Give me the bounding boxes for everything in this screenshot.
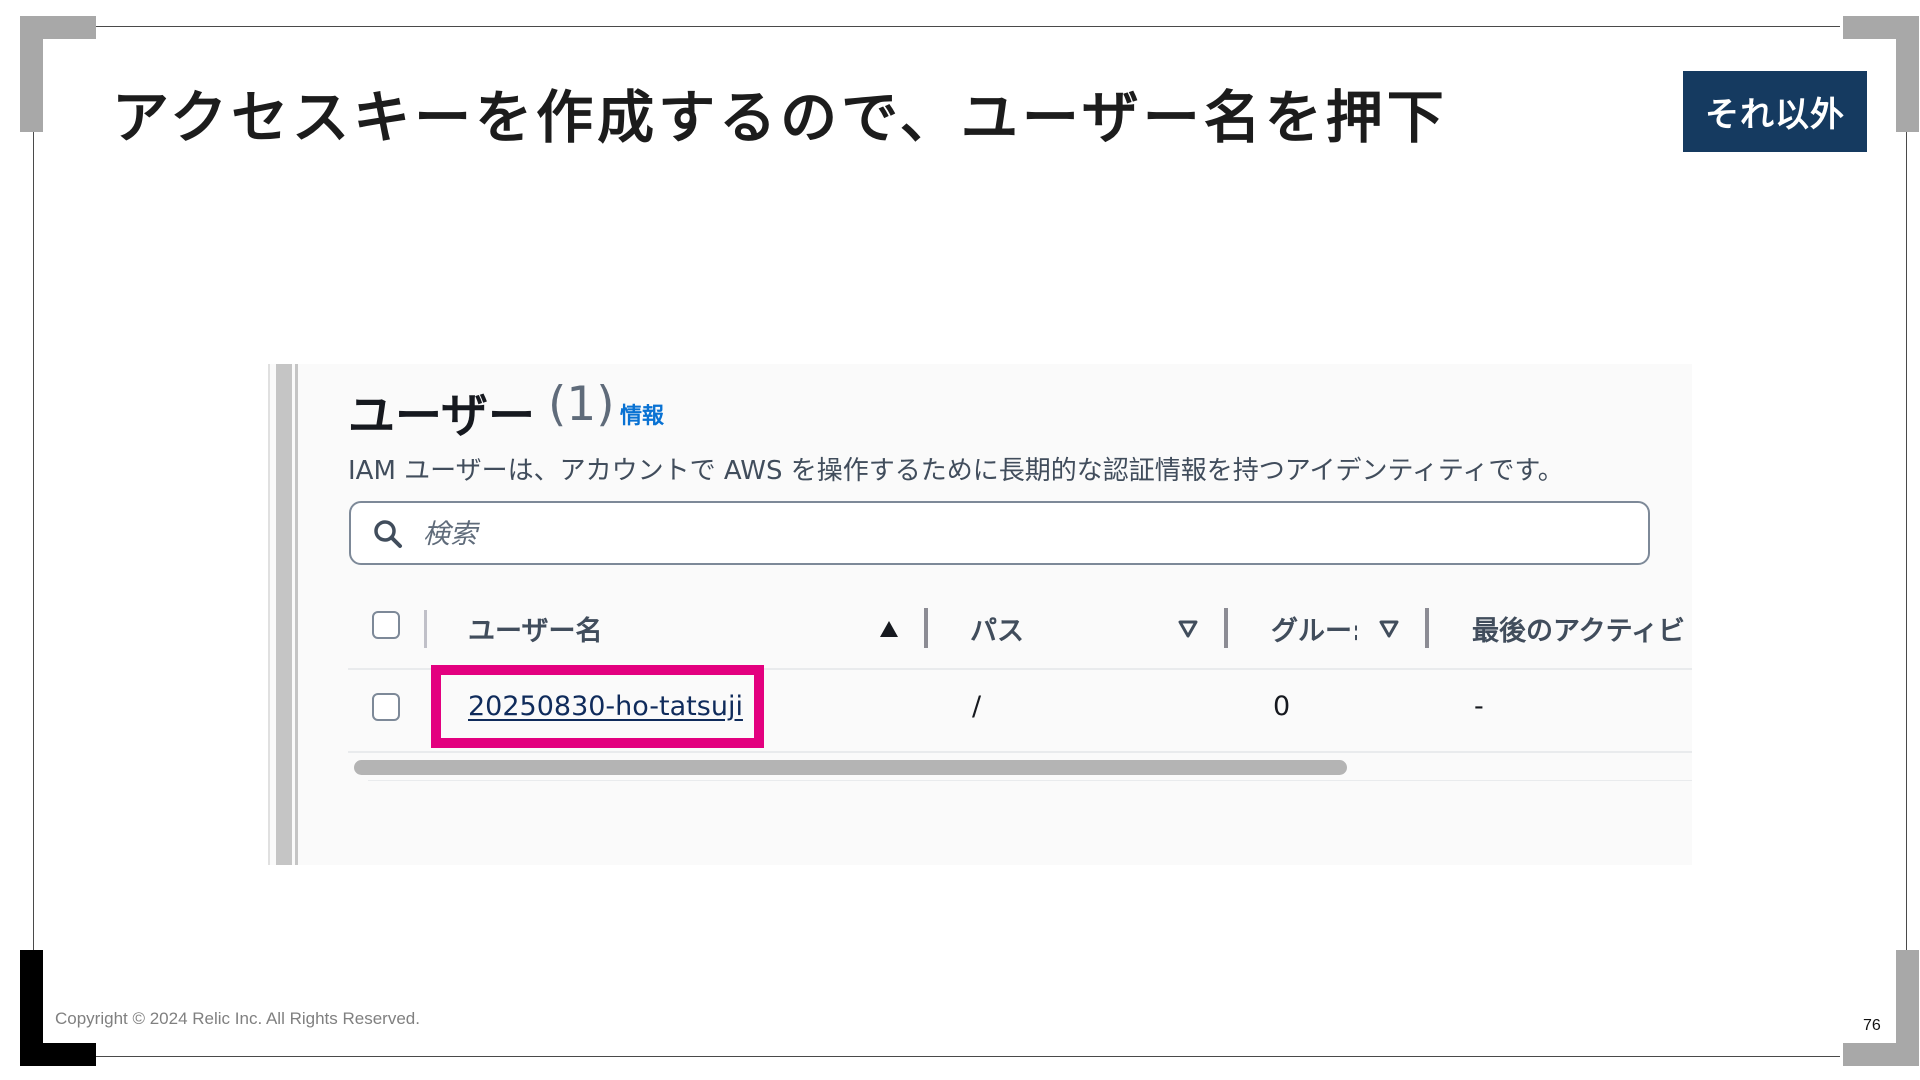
corner-bottom-right [1843, 950, 1919, 1066]
column-header-last-activity[interactable]: 最後のアクティビ [1472, 609, 1685, 648]
sort-descending-icon[interactable] [1379, 620, 1399, 638]
info-link[interactable]: 情報 [620, 398, 664, 430]
column-header-path[interactable]: パス [970, 609, 1024, 648]
sort-descending-icon[interactable] [1178, 620, 1198, 638]
rail-line-inner [295, 364, 298, 865]
row-divider [348, 751, 1692, 753]
groups-cell: 0 [1273, 691, 1291, 722]
table-bottom-line [368, 780, 1692, 781]
last-activity-cell: - [1474, 691, 1484, 722]
slide-title: アクセスキーを作成するので、ユーザー名を押下 [112, 85, 1448, 151]
page-number: 76 [1863, 1017, 1881, 1034]
column-separator [424, 610, 427, 648]
highlight-box [431, 665, 764, 748]
column-header-groups[interactable]: グルー: [1271, 609, 1357, 648]
column-header-username[interactable]: ユーザー名 [468, 609, 602, 648]
column-separator[interactable] [1425, 608, 1429, 648]
horizontal-scrollbar[interactable] [354, 760, 1347, 775]
corner-bottom-left [20, 950, 96, 1066]
rail-bar [276, 364, 292, 865]
frame-top-line [96, 26, 1840, 27]
frame-bottom-line [96, 1056, 1840, 1057]
users-count: (1) [548, 377, 615, 432]
frame-left-line [33, 130, 34, 950]
path-cell: / [972, 691, 982, 722]
users-description: IAM ユーザーは、アカウントで AWS を操作するために長期的な認証情報を持つ… [348, 456, 1564, 486]
sort-ascending-icon[interactable] [879, 620, 899, 638]
iam-users-screenshot: ユーザー (1) 情報 IAM ユーザーは、アカウントで AWS を操作するため… [268, 364, 1692, 865]
search-box[interactable] [349, 501, 1650, 565]
users-heading: ユーザー [348, 389, 536, 444]
copyright-text: Copyright © 2024 Relic Inc. All Rights R… [55, 1009, 420, 1028]
rail-line [268, 364, 270, 865]
category-tag: それ以外 [1683, 71, 1867, 152]
column-separator[interactable] [924, 608, 928, 648]
frame-right-line [1906, 130, 1907, 950]
search-input[interactable] [421, 513, 1625, 555]
select-all-checkbox[interactable] [372, 611, 400, 639]
column-separator[interactable] [1224, 608, 1228, 648]
row-checkbox[interactable] [372, 693, 400, 721]
search-icon [374, 520, 402, 548]
corner-top-left [20, 16, 96, 132]
